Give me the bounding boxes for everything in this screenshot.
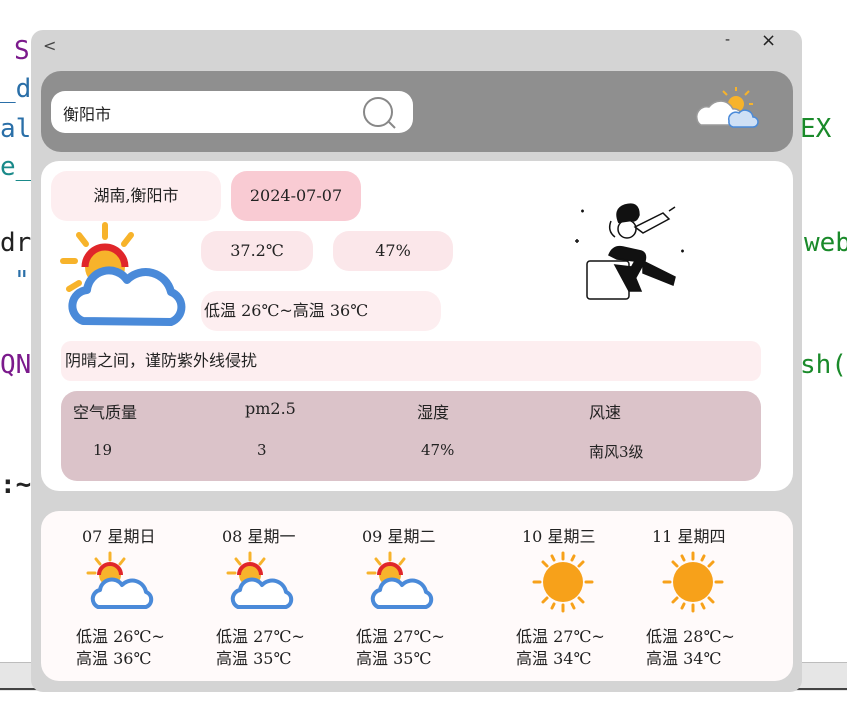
forecast-low: 低温 27℃~ xyxy=(356,627,445,646)
sunny-icon xyxy=(662,551,724,613)
pm25-header: pm2.5 xyxy=(245,399,296,418)
title-bar: < - × xyxy=(31,30,802,62)
forecast-low: 低温 26℃~ xyxy=(76,627,165,646)
forecast-day-label: 08 星期一 xyxy=(222,527,296,546)
code-fragment: :~ xyxy=(0,470,32,500)
temperature-range-label: 低温 26℃~高温 36℃ xyxy=(201,291,441,331)
person-illustration-icon xyxy=(575,203,684,300)
forecast-panel: 07 星期日 低温 26℃~ 高温 36℃ 08 星期一 低温 27℃~ 高温 … xyxy=(41,511,793,681)
forecast-day-label: 09 星期二 xyxy=(362,527,436,546)
code-fragment: al xyxy=(0,114,32,144)
code-fragment: web xyxy=(804,228,847,258)
forecast-high: 高温 36℃ xyxy=(76,649,152,668)
air-quality-panel: 空气质量 pm2.5 湿度 风速 19 3 47% 南风3级 xyxy=(61,391,761,481)
forecast-day-label: 11 星期四 xyxy=(652,527,726,546)
forecast-day: 07 星期日 低温 26℃~ 高温 36℃ xyxy=(76,511,202,681)
forecast-high: 高温 35℃ xyxy=(356,649,432,668)
humidity-value: 47% xyxy=(421,441,455,459)
forecast-day-label: 07 星期日 xyxy=(82,527,156,546)
partly-cloudy-icon xyxy=(86,551,154,609)
forecast-day-label: 10 星期三 xyxy=(522,527,596,546)
partly-cloudy-icon xyxy=(60,222,186,326)
forecast-low: 低温 27℃~ xyxy=(216,627,305,646)
search-header xyxy=(41,71,793,152)
forecast-day: 09 星期二 低温 27℃~ 高温 35℃ xyxy=(356,511,482,681)
date-label: 2024-07-07 xyxy=(231,171,361,221)
partly-cloudy-icon xyxy=(226,551,294,609)
forecast-high: 高温 35℃ xyxy=(216,649,292,668)
partly-cloudy-icon xyxy=(366,551,434,609)
aqi-value: 19 xyxy=(93,441,113,459)
temperature-label: 37.2℃ xyxy=(201,231,313,271)
forecast-high: 高温 34℃ xyxy=(646,649,722,668)
code-fragment: _d xyxy=(0,74,32,104)
search-icon[interactable] xyxy=(361,95,401,131)
forecast-day: 08 星期一 低温 27℃~ 高温 35℃ xyxy=(216,511,342,681)
code-fragment: EX xyxy=(800,114,832,144)
humidity-header: 湿度 xyxy=(417,403,450,422)
wind-header: 风速 xyxy=(589,403,622,422)
code-fragment: e_ xyxy=(0,152,32,182)
code-fragment: " xyxy=(14,266,30,296)
code-fragment: S xyxy=(14,36,30,66)
forecast-low: 低温 28℃~ xyxy=(646,627,735,646)
app-logo-icon xyxy=(695,87,759,128)
forecast-day: 10 星期三 低温 27℃~ 高温 34℃ xyxy=(516,511,642,681)
city-search-input[interactable] xyxy=(61,91,355,135)
weather-app-window: < - × 湖南,衡阳市 2024-07-07 xyxy=(31,30,802,692)
wind-value: 南风3级 xyxy=(589,443,644,461)
minimize-button[interactable]: - xyxy=(725,32,741,52)
back-button[interactable]: < xyxy=(43,36,63,56)
code-fragment: QN xyxy=(0,350,32,380)
code-fragment: dr xyxy=(0,228,32,258)
forecast-day: 11 星期四 低温 28℃~ 高温 34℃ xyxy=(646,511,772,681)
humidity-label: 47% xyxy=(333,231,453,271)
sunny-icon xyxy=(532,551,594,613)
close-button[interactable]: × xyxy=(761,30,781,54)
search-box xyxy=(51,91,413,135)
location-label: 湖南,衡阳市 xyxy=(51,171,221,221)
code-fragment: sh( xyxy=(800,350,847,380)
current-weather-card: 湖南,衡阳市 2024-07-07 37.2℃ 47% 低温 26℃~高温 36… xyxy=(41,161,793,491)
aqi-header: 空气质量 xyxy=(73,403,138,422)
forecast-high: 高温 34℃ xyxy=(516,649,592,668)
weather-tip: 阴晴之间，谨防紫外线侵扰 xyxy=(61,341,761,381)
pm25-value: 3 xyxy=(257,441,267,459)
forecast-low: 低温 27℃~ xyxy=(516,627,605,646)
